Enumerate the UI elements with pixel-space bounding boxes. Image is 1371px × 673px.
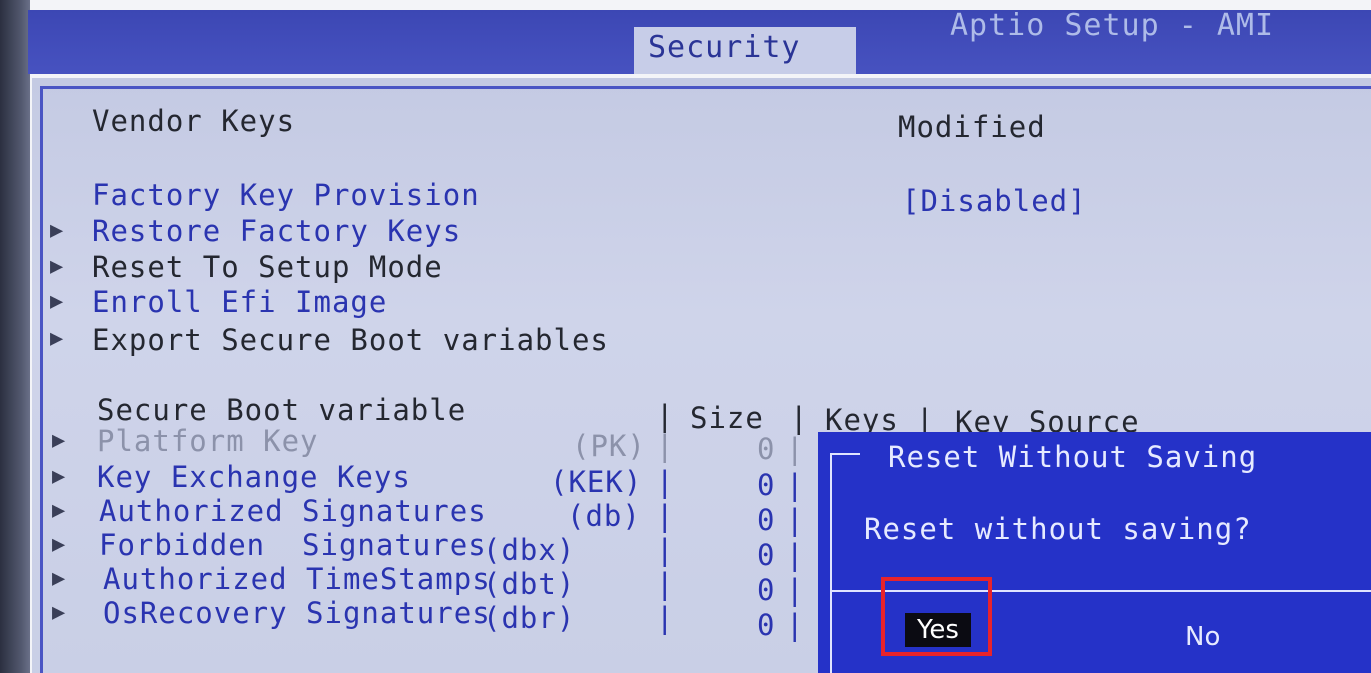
column-separator: | (786, 608, 805, 642)
column-separator: | (790, 401, 809, 435)
column-separator: | (656, 465, 675, 499)
variable-name: Authorized TimeStamps (103, 562, 491, 596)
panel-border (40, 86, 1371, 89)
variable-abbr: (dbx) (483, 533, 576, 567)
variable-size: 0 (757, 468, 776, 502)
variable-abbr: (PK) (572, 429, 646, 463)
variable-size: 0 (757, 432, 776, 466)
variable-size: 0 (757, 503, 776, 537)
column-separator: | (656, 601, 675, 635)
submenu-arrow-icon: ▶ (50, 289, 64, 314)
variable-name: OsRecovery Signatures (103, 596, 491, 630)
column-separator: | (656, 499, 675, 533)
factory-key-provision-value[interactable]: [Disabled] (902, 184, 1087, 218)
submenu-arrow-icon: ▶ (50, 218, 64, 243)
dialog-border (830, 453, 860, 455)
vendor-keys-label: Vendor Keys (92, 104, 296, 138)
dialog-title: Reset Without Saving (888, 440, 1258, 474)
submenu-arrow-icon: ▶ (52, 498, 66, 523)
vendor-keys-value: Modified (898, 110, 1046, 144)
reset-to-setup-mode-item[interactable]: Reset To Setup Mode (92, 250, 443, 284)
highlight-box (881, 577, 992, 656)
no-button[interactable]: No (1185, 622, 1220, 652)
submenu-arrow-icon: ▶ (52, 464, 66, 489)
variable-name: Forbidden Signatures (99, 528, 487, 562)
variable-abbr: (dbr) (483, 601, 576, 635)
column-separator: | (656, 429, 675, 463)
submenu-arrow-icon: ▶ (52, 428, 66, 453)
export-secure-boot-variables-item[interactable]: Export Secure Boot variables (92, 323, 609, 357)
column-separator: | (656, 533, 675, 567)
variable-name: Platform Key (97, 424, 319, 458)
variable-size: 0 (757, 573, 776, 607)
enroll-efi-image-item[interactable]: Enroll Efi Image (92, 285, 387, 319)
tab-security-label[interactable]: Security (648, 30, 801, 65)
column-separator: | (786, 468, 805, 502)
column-separator: | (786, 538, 805, 572)
factory-key-provision-item[interactable]: Factory Key Provision (92, 178, 480, 212)
variable-name: Key Exchange Keys (97, 460, 411, 494)
secure-boot-variable-header: Secure Boot variable (97, 393, 467, 427)
size-header: Size (690, 401, 764, 435)
app-title: Aptio Setup - AMI (950, 8, 1275, 43)
column-separator: | (656, 399, 675, 433)
column-separator: | (786, 503, 805, 537)
column-separator: | (786, 573, 805, 607)
column-separator: | (786, 432, 805, 466)
dialog-border-left (830, 453, 832, 673)
panel-border-left (40, 86, 43, 673)
restore-factory-keys-item[interactable]: Restore Factory Keys (92, 214, 461, 248)
submenu-arrow-icon: ▶ (50, 326, 64, 351)
variable-size: 0 (757, 538, 776, 572)
submenu-arrow-icon: ▶ (52, 600, 66, 625)
dialog-message: Reset without saving? (864, 512, 1252, 546)
bios-screen: Aptio Setup - AMI Security Vendor Keys M… (0, 0, 1371, 673)
submenu-arrow-icon: ▶ (52, 532, 66, 557)
variable-abbr: (KEK) (550, 465, 643, 499)
column-separator: | (656, 567, 675, 601)
submenu-arrow-icon: ▶ (50, 254, 64, 279)
monitor-bezel (0, 0, 30, 673)
variable-size: 0 (757, 608, 776, 642)
variable-name: Authorized Signatures (99, 494, 487, 528)
submenu-arrow-icon: ▶ (52, 566, 66, 591)
variable-abbr: (db) (567, 499, 641, 533)
variable-abbr: (dbt) (483, 567, 576, 601)
